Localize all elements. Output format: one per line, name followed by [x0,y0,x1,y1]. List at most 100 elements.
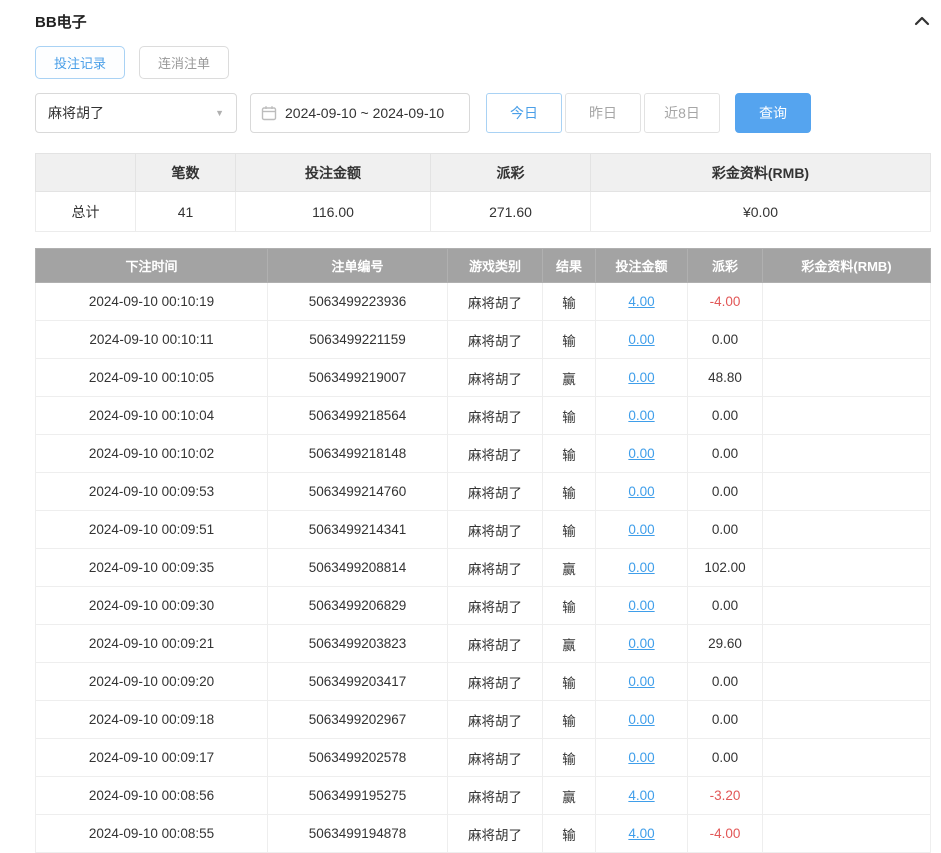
chevron-up-icon [914,15,930,27]
bet-time-cell: 2024-09-10 00:09:30 [36,587,268,625]
bet-amount-link[interactable]: 4.00 [628,294,654,309]
result-cell: 输 [543,587,596,625]
game-type-cell: 麻将胡了 [448,549,543,587]
collapse-button[interactable] [914,15,930,27]
bonus-cell [763,625,931,663]
filter-bar: 麻将胡了 ▼ 2024-09-10 ~ 2024-09-10 今日 昨日 近8日… [35,93,930,133]
bonus-cell [763,511,931,549]
result-cell: 输 [543,511,596,549]
bet-time-cell: 2024-09-10 00:10:05 [36,359,268,397]
payout-cell: 0.00 [688,321,763,359]
table-header-row: 下注时间 注单编号 游戏类别 结果 投注金额 派彩 彩金资料(RMB) [36,249,931,283]
bet-amount-link[interactable]: 4.00 [628,826,654,841]
payout-cell: 0.00 [688,473,763,511]
summary-header-count: 笔数 [136,154,236,192]
result-cell: 赢 [543,777,596,815]
game-type-cell: 麻将胡了 [448,321,543,359]
result-cell: 赢 [543,359,596,397]
order-id-cell: 5063499194878 [268,815,448,853]
bet-amount-cell: 0.00 [596,397,688,435]
bet-time-cell: 2024-09-10 00:09:17 [36,739,268,777]
bet-amount-cell: 4.00 [596,283,688,321]
summary-total-label: 总计 [36,192,136,232]
order-id-cell: 5063499203823 [268,625,448,663]
bet-time-cell: 2024-09-10 00:08:55 [36,815,268,853]
header-bonus: 彩金资料(RMB) [763,249,931,283]
game-select[interactable]: 麻将胡了 ▼ [35,93,237,133]
tab-bet-records[interactable]: 投注记录 [35,46,125,79]
bet-amount-link[interactable]: 0.00 [628,408,654,423]
payout-cell: 0.00 [688,587,763,625]
order-id-cell: 5063499219007 [268,359,448,397]
bet-amount-link[interactable]: 0.00 [628,484,654,499]
table-row: 2024-09-10 00:09:18 5063499202967 麻将胡了 输… [36,701,931,739]
order-id-cell: 5063499214760 [268,473,448,511]
payout-cell: 102.00 [688,549,763,587]
bet-time-cell: 2024-09-10 00:09:18 [36,701,268,739]
bet-amount-link[interactable]: 0.00 [628,332,654,347]
tab-cancelled-orders[interactable]: 连消注单 [139,46,229,79]
table-row: 2024-09-10 00:09:17 5063499202578 麻将胡了 输… [36,739,931,777]
order-id-cell: 5063499221159 [268,321,448,359]
bet-amount-link[interactable]: 0.00 [628,446,654,461]
bet-amount-cell: 0.00 [596,321,688,359]
result-cell: 赢 [543,625,596,663]
summary-header-blank [36,154,136,192]
summary-total-bonus: ¥0.00 [591,192,931,232]
order-id-cell: 5063499223936 [268,283,448,321]
bet-amount-cell: 0.00 [596,549,688,587]
summary-total-count: 41 [136,192,236,232]
result-cell: 输 [543,321,596,359]
table-row: 2024-09-10 00:10:05 5063499219007 麻将胡了 赢… [36,359,931,397]
bet-amount-cell: 4.00 [596,815,688,853]
bet-amount-link[interactable]: 0.00 [628,598,654,613]
header-order-id: 注单编号 [268,249,448,283]
date-range-input[interactable]: 2024-09-10 ~ 2024-09-10 [250,93,470,133]
game-type-cell: 麻将胡了 [448,701,543,739]
bet-amount-cell: 0.00 [596,473,688,511]
bonus-cell [763,473,931,511]
bet-amount-cell: 0.00 [596,511,688,549]
summary-header-bet-amount: 投注金额 [236,154,431,192]
payout-cell: 0.00 [688,663,763,701]
bet-amount-link[interactable]: 0.00 [628,370,654,385]
bet-amount-link[interactable]: 0.00 [628,522,654,537]
bonus-cell [763,321,931,359]
bet-amount-cell: 4.00 [596,777,688,815]
bonus-cell [763,777,931,815]
bonus-cell [763,359,931,397]
result-cell: 输 [543,283,596,321]
bet-amount-link[interactable]: 0.00 [628,750,654,765]
bet-amount-link[interactable]: 0.00 [628,712,654,727]
table-row: 2024-09-10 00:09:53 5063499214760 麻将胡了 输… [36,473,931,511]
result-cell: 输 [543,739,596,777]
search-button[interactable]: 查询 [735,93,811,133]
table-row: 2024-09-10 00:09:30 5063499206829 麻将胡了 输… [36,587,931,625]
bet-time-cell: 2024-09-10 00:09:51 [36,511,268,549]
result-cell: 输 [543,473,596,511]
bet-time-cell: 2024-09-10 00:09:53 [36,473,268,511]
bonus-cell [763,587,931,625]
game-type-cell: 麻将胡了 [448,587,543,625]
summary-header-bonus: 彩金资料(RMB) [591,154,931,192]
bet-time-cell: 2024-09-10 00:09:21 [36,625,268,663]
yesterday-button[interactable]: 昨日 [565,93,641,133]
bet-amount-link[interactable]: 0.00 [628,560,654,575]
bet-amount-link[interactable]: 4.00 [628,788,654,803]
table-row: 2024-09-10 00:09:21 5063499203823 麻将胡了 赢… [36,625,931,663]
result-cell: 输 [543,435,596,473]
game-type-cell: 麻将胡了 [448,663,543,701]
table-row: 2024-09-10 00:09:35 5063499208814 麻将胡了 赢… [36,549,931,587]
game-type-cell: 麻将胡了 [448,359,543,397]
header-bet-amount: 投注金额 [596,249,688,283]
game-type-cell: 麻将胡了 [448,397,543,435]
game-type-cell: 麻将胡了 [448,777,543,815]
date-range-value: 2024-09-10 ~ 2024-09-10 [285,105,444,121]
last-8-days-button[interactable]: 近8日 [644,93,720,133]
table-row: 2024-09-10 00:09:20 5063499203417 麻将胡了 输… [36,663,931,701]
tab-bar: 投注记录 连消注单 [35,46,930,79]
summary-table: 笔数 投注金额 派彩 彩金资料(RMB) 总计 41 116.00 271.60… [35,153,931,232]
bet-amount-link[interactable]: 0.00 [628,674,654,689]
bet-amount-link[interactable]: 0.00 [628,636,654,651]
today-button[interactable]: 今日 [486,93,562,133]
